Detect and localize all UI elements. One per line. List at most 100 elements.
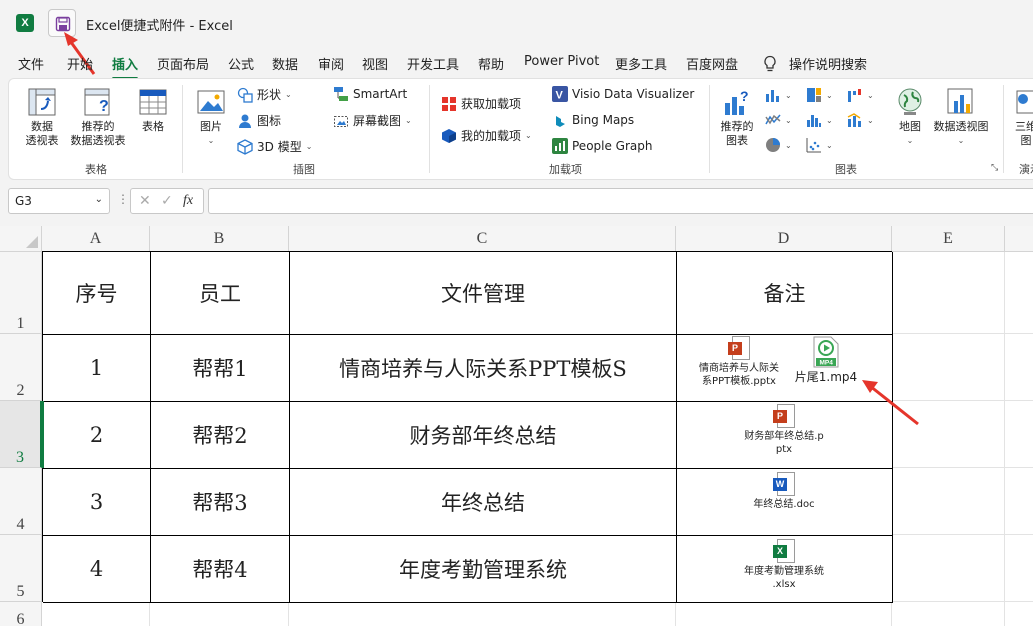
formula-input[interactable] [208, 188, 1033, 214]
attachment-pptx-r3[interactable]: P 财务部年终总结.p ptx [734, 404, 834, 456]
attachment-pptx-r2[interactable]: P 情商培养与人际关 系PPT模板.pptx [694, 336, 784, 388]
pivot-table-button[interactable]: 数据 透视表 [19, 87, 65, 148]
column-header-d[interactable]: D [676, 226, 892, 252]
maps-button[interactable]: 地图 ⌄ [893, 87, 927, 148]
tab-help[interactable]: 帮助 [478, 54, 504, 73]
screenshot-button[interactable]: 屏幕截图 ⌄ [333, 112, 412, 129]
recommended-pivot-button[interactable]: ? 推荐的 数据透视表 [65, 87, 131, 148]
cell-f1[interactable] [1005, 252, 1033, 334]
3d-map-button[interactable]: 三维 图 [1011, 87, 1033, 148]
cell-c2[interactable]: 情商培养与人际关系PPT模板S [290, 335, 677, 402]
worksheet-grid: A B C D E 1 2 3 4 5 6 序号 员工 文件管理 备注 1 帮帮… [0, 226, 1033, 626]
cell-c5[interactable]: 年度考勤管理系统 [290, 536, 677, 603]
tab-power-pivot[interactable]: Power Pivot [524, 54, 599, 69]
header-cell-note[interactable]: 备注 [677, 252, 893, 335]
tab-view[interactable]: 视图 [362, 54, 388, 73]
column-header-a[interactable]: A [42, 226, 150, 252]
insert-function-button[interactable]: fx [183, 193, 193, 209]
cell-e1[interactable] [892, 252, 1005, 334]
cell-c4[interactable]: 年终总结 [290, 469, 677, 536]
icons-button[interactable]: 图标 [237, 112, 281, 129]
cell-a5[interactable]: 4 [43, 536, 151, 603]
header-cell-staff[interactable]: 员工 [151, 252, 290, 335]
waterfall-chart-button[interactable]: ⌄ [847, 87, 874, 103]
table-button[interactable]: 表格 [133, 87, 173, 134]
charts-dialog-launcher-icon[interactable]: ⤡ [991, 163, 998, 173]
powerpoint-file-icon: P [773, 404, 795, 430]
get-addins-button[interactable]: 获取加载项 [441, 95, 521, 112]
attachment-doc-r4[interactable]: W 年终总结.doc [734, 472, 834, 511]
cell-f5[interactable] [1005, 535, 1033, 602]
cell-a3[interactable]: 2 [43, 402, 151, 469]
row-number: 1 [16, 315, 25, 332]
cell-b4[interactable]: 帮帮3 [151, 469, 290, 536]
column-header-f[interactable] [1005, 226, 1033, 252]
row-header-2[interactable]: 2 [0, 334, 42, 401]
cell-b3[interactable]: 帮帮2 [151, 402, 290, 469]
cell-b5[interactable]: 帮帮4 [151, 536, 290, 603]
cancel-icon[interactable]: ✕ [139, 193, 151, 209]
cell-e4[interactable] [892, 468, 1005, 535]
3d-map-icon [1011, 87, 1033, 117]
header-cell-no[interactable]: 序号 [43, 252, 151, 335]
cell-e5[interactable] [892, 535, 1005, 602]
visio-visualizer-button[interactable]: V Visio Data Visualizer [552, 86, 694, 102]
tab-baidu-pan[interactable]: 百度网盘 [686, 54, 738, 73]
people-graph-button[interactable]: People Graph [552, 138, 653, 154]
row-header-4[interactable]: 4 [0, 468, 42, 535]
cell-c3[interactable]: 财务部年终总结 [290, 402, 677, 469]
tab-developer[interactable]: 开发工具 [407, 54, 459, 73]
combo-chart-button[interactable]: ⌄ [847, 112, 874, 128]
cell-a2[interactable]: 1 [43, 335, 151, 402]
shapes-button[interactable]: 形状 ⌄ [237, 86, 292, 103]
smartart-button[interactable]: SmartArt [333, 86, 407, 102]
cell-b2[interactable]: 帮帮1 [151, 335, 290, 402]
line-chart-button[interactable]: ⌄ [765, 112, 792, 128]
row-header-3[interactable]: 3 [0, 401, 42, 468]
tab-insert[interactable]: 插入 [112, 54, 139, 80]
recommended-chart-icon: ? [722, 87, 752, 117]
attachment-xlsx-r5[interactable]: X 年度考勤管理系统 .xlsx [734, 539, 834, 591]
row-header-1[interactable]: 1 [0, 252, 42, 334]
cell-a6[interactable] [42, 602, 150, 626]
tab-file[interactable]: 文件 [18, 54, 44, 73]
cell-b6[interactable] [150, 602, 289, 626]
group-separator [709, 85, 710, 173]
cell-d6[interactable] [676, 602, 892, 626]
column-chart-button[interactable]: ⌄ [765, 87, 792, 103]
pictures-button[interactable]: 图片 ⌄ [193, 87, 229, 148]
enter-icon[interactable]: ✓ [161, 193, 173, 209]
recommended-charts-button[interactable]: ? 推荐的 图表 [715, 87, 759, 148]
column-header-b[interactable]: B [150, 226, 289, 252]
statistic-chart-button[interactable]: ⌄ [806, 112, 833, 128]
tab-home[interactable]: 开始 [67, 54, 93, 73]
cell-e6[interactable] [892, 602, 1005, 626]
tell-me-search[interactable]: 操作说明搜索 [789, 54, 867, 73]
cell-a4[interactable]: 3 [43, 469, 151, 536]
cell-c6[interactable] [289, 602, 676, 626]
tab-data[interactable]: 数据 [272, 54, 298, 73]
hierarchy-chart-button[interactable]: ⌄ [806, 87, 833, 103]
tab-page-layout[interactable]: 页面布局 [157, 54, 209, 73]
tab-formulas[interactable]: 公式 [228, 54, 254, 73]
tab-review[interactable]: 审阅 [318, 54, 344, 73]
cell-f2[interactable] [1005, 334, 1033, 401]
cell-f4[interactable] [1005, 468, 1033, 535]
row-header-5[interactable]: 5 [0, 535, 42, 602]
column-header-e[interactable]: E [892, 226, 1005, 252]
my-addins-button[interactable]: 我的加载项 ⌄ [441, 127, 532, 144]
row-header-6[interactable]: 6 [0, 602, 42, 626]
select-all-corner[interactable] [0, 226, 42, 252]
pivot-chart-button[interactable]: 数据透视图 ⌄ [929, 87, 993, 148]
3d-models-button[interactable]: 3D 模型 ⌄ [237, 138, 312, 155]
tab-more-tools[interactable]: 更多工具 [615, 54, 667, 73]
bing-maps-button[interactable]: Bing Maps [552, 112, 634, 128]
name-box[interactable]: G3 ⌄ [8, 188, 110, 214]
column-header-c[interactable]: C [289, 226, 676, 252]
scatter-chart-button[interactable]: ⌄ [806, 137, 833, 153]
get-addins-label: 获取加载项 [461, 97, 522, 111]
cell-f3[interactable] [1005, 401, 1033, 468]
header-cell-file[interactable]: 文件管理 [290, 252, 677, 335]
pie-chart-button[interactable]: ⌄ [765, 137, 792, 153]
attachment-mp4-r2[interactable]: MP4 片尾1.mp4 [791, 336, 861, 385]
